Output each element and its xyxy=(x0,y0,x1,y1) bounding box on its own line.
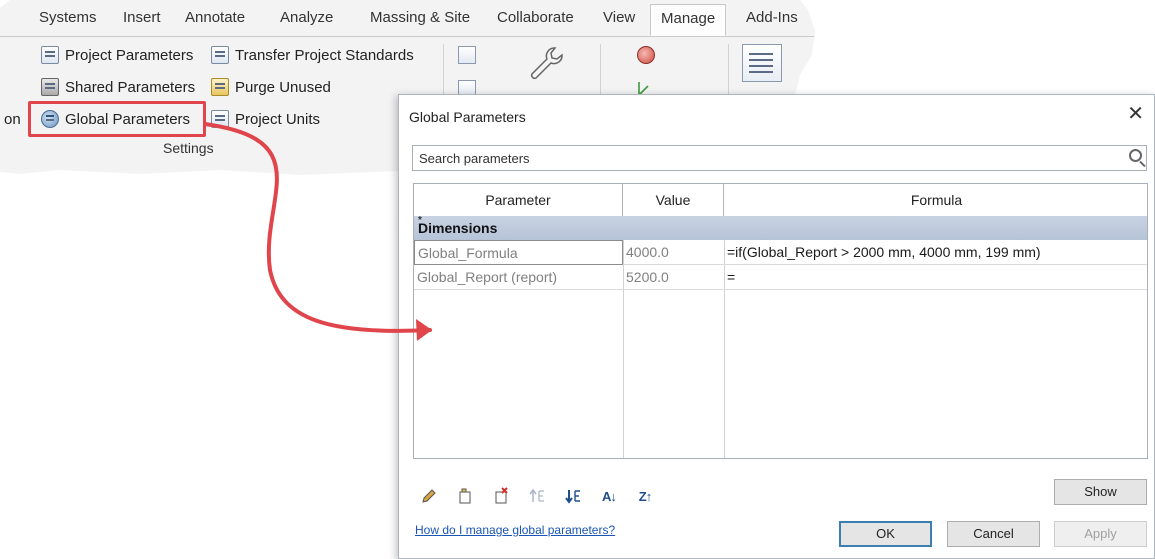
close-icon[interactable]: ✕ xyxy=(1127,104,1144,124)
transfer-standards-icon xyxy=(211,46,229,64)
shared-parameters-icon xyxy=(41,78,59,96)
tab-massing-site[interactable]: Massing & Site xyxy=(370,9,470,26)
shared-parameters-label: Shared Parameters xyxy=(65,78,196,96)
new-parameter-icon[interactable] xyxy=(453,484,477,508)
formula-cell[interactable]: =if(Global_Report > 2000 mm, 4000 mm, 19… xyxy=(724,240,1147,265)
search-input[interactable] xyxy=(419,147,1109,169)
show-button[interactable]: Show xyxy=(1054,479,1147,505)
move-up-icon[interactable] xyxy=(525,484,549,508)
tab-manage[interactable]: Manage xyxy=(650,4,727,36)
edit-pencil-icon[interactable] xyxy=(417,484,441,508)
global-parameters-dialog: Global Parameters ✕ Parameter Value Form… xyxy=(398,94,1155,559)
dialog-title: Global Parameters xyxy=(409,109,526,125)
project-parameters-label: Project Parameters xyxy=(65,46,194,64)
sort-descending-icon[interactable]: Z↑ xyxy=(633,484,657,508)
cancel-button[interactable]: Cancel xyxy=(947,521,1040,547)
project-units-icon xyxy=(211,110,229,128)
group-header-dimensions[interactable]: Dimensions * xyxy=(414,215,1147,240)
project-units-label: Project Units xyxy=(235,110,321,128)
table-row[interactable]: Global_Report (report) 5200.0 = xyxy=(414,265,1147,290)
tab-insert[interactable]: Insert xyxy=(123,9,161,26)
purge-unused-icon xyxy=(211,78,229,96)
delete-parameter-icon[interactable] xyxy=(489,484,513,508)
view-list-icon[interactable] xyxy=(742,44,782,82)
table-header: Parameter Value Formula xyxy=(414,184,1147,217)
ribbon-tab-bar: Systems Insert Annotate Analyze Massing … xyxy=(0,0,815,37)
transfer-project-standards-button[interactable]: Transfer Project Standards xyxy=(211,46,414,64)
shared-parameters-button[interactable]: Shared Parameters xyxy=(41,78,195,96)
apply-button: Apply xyxy=(1054,521,1147,547)
search-icon[interactable] xyxy=(1129,149,1142,162)
column-header-formula[interactable]: Formula xyxy=(724,184,1147,216)
wrench-icon[interactable] xyxy=(525,42,565,82)
transfer-project-standards-label: Transfer Project Standards xyxy=(235,46,414,64)
column-header-parameter[interactable]: Parameter xyxy=(414,184,623,216)
cut-off-ribbon-text: on xyxy=(4,111,21,128)
additional-settings-icon[interactable] xyxy=(458,46,476,64)
move-down-icon[interactable] xyxy=(561,484,585,508)
tab-systems[interactable]: Systems xyxy=(39,9,97,26)
global-parameters-highlight-box xyxy=(28,101,206,137)
group-marker: * xyxy=(418,215,422,226)
tab-collaborate[interactable]: Collaborate xyxy=(497,9,574,26)
project-parameters-icon xyxy=(41,46,59,64)
purge-unused-button[interactable]: Purge Unused xyxy=(211,78,331,96)
value-cell[interactable]: 4000.0 xyxy=(623,240,724,265)
tab-analyze[interactable]: Analyze xyxy=(280,9,333,26)
ok-button[interactable]: OK xyxy=(839,521,932,547)
search-box xyxy=(412,145,1147,171)
project-parameters-button[interactable]: Project Parameters xyxy=(41,46,193,64)
sort-ascending-icon[interactable]: A↓ xyxy=(597,484,621,508)
project-units-button[interactable]: Project Units xyxy=(211,110,320,128)
parameter-toolbar: A↓ Z↑ xyxy=(417,483,669,509)
help-link[interactable]: How do I manage global parameters? xyxy=(415,523,615,537)
parameter-name-cell[interactable]: Global_Report (report) xyxy=(414,265,623,290)
parameters-table: Parameter Value Formula Dimensions * Glo… xyxy=(413,183,1148,459)
value-cell[interactable]: 5200.0 xyxy=(623,265,724,290)
location-icon[interactable] xyxy=(637,46,655,64)
tab-view[interactable]: View xyxy=(603,9,635,26)
table-row[interactable]: Global_Formula 4000.0 =if(Global_Report … xyxy=(414,240,1147,265)
column-header-value[interactable]: Value xyxy=(623,184,724,216)
parameter-name-cell[interactable]: Global_Formula xyxy=(414,240,623,265)
tab-add-ins[interactable]: Add-Ins xyxy=(746,9,798,26)
purge-unused-label: Purge Unused xyxy=(235,78,331,96)
tab-annotate[interactable]: Annotate xyxy=(185,9,245,26)
formula-cell[interactable]: = xyxy=(724,265,1147,290)
settings-panel-label: Settings xyxy=(163,140,214,156)
